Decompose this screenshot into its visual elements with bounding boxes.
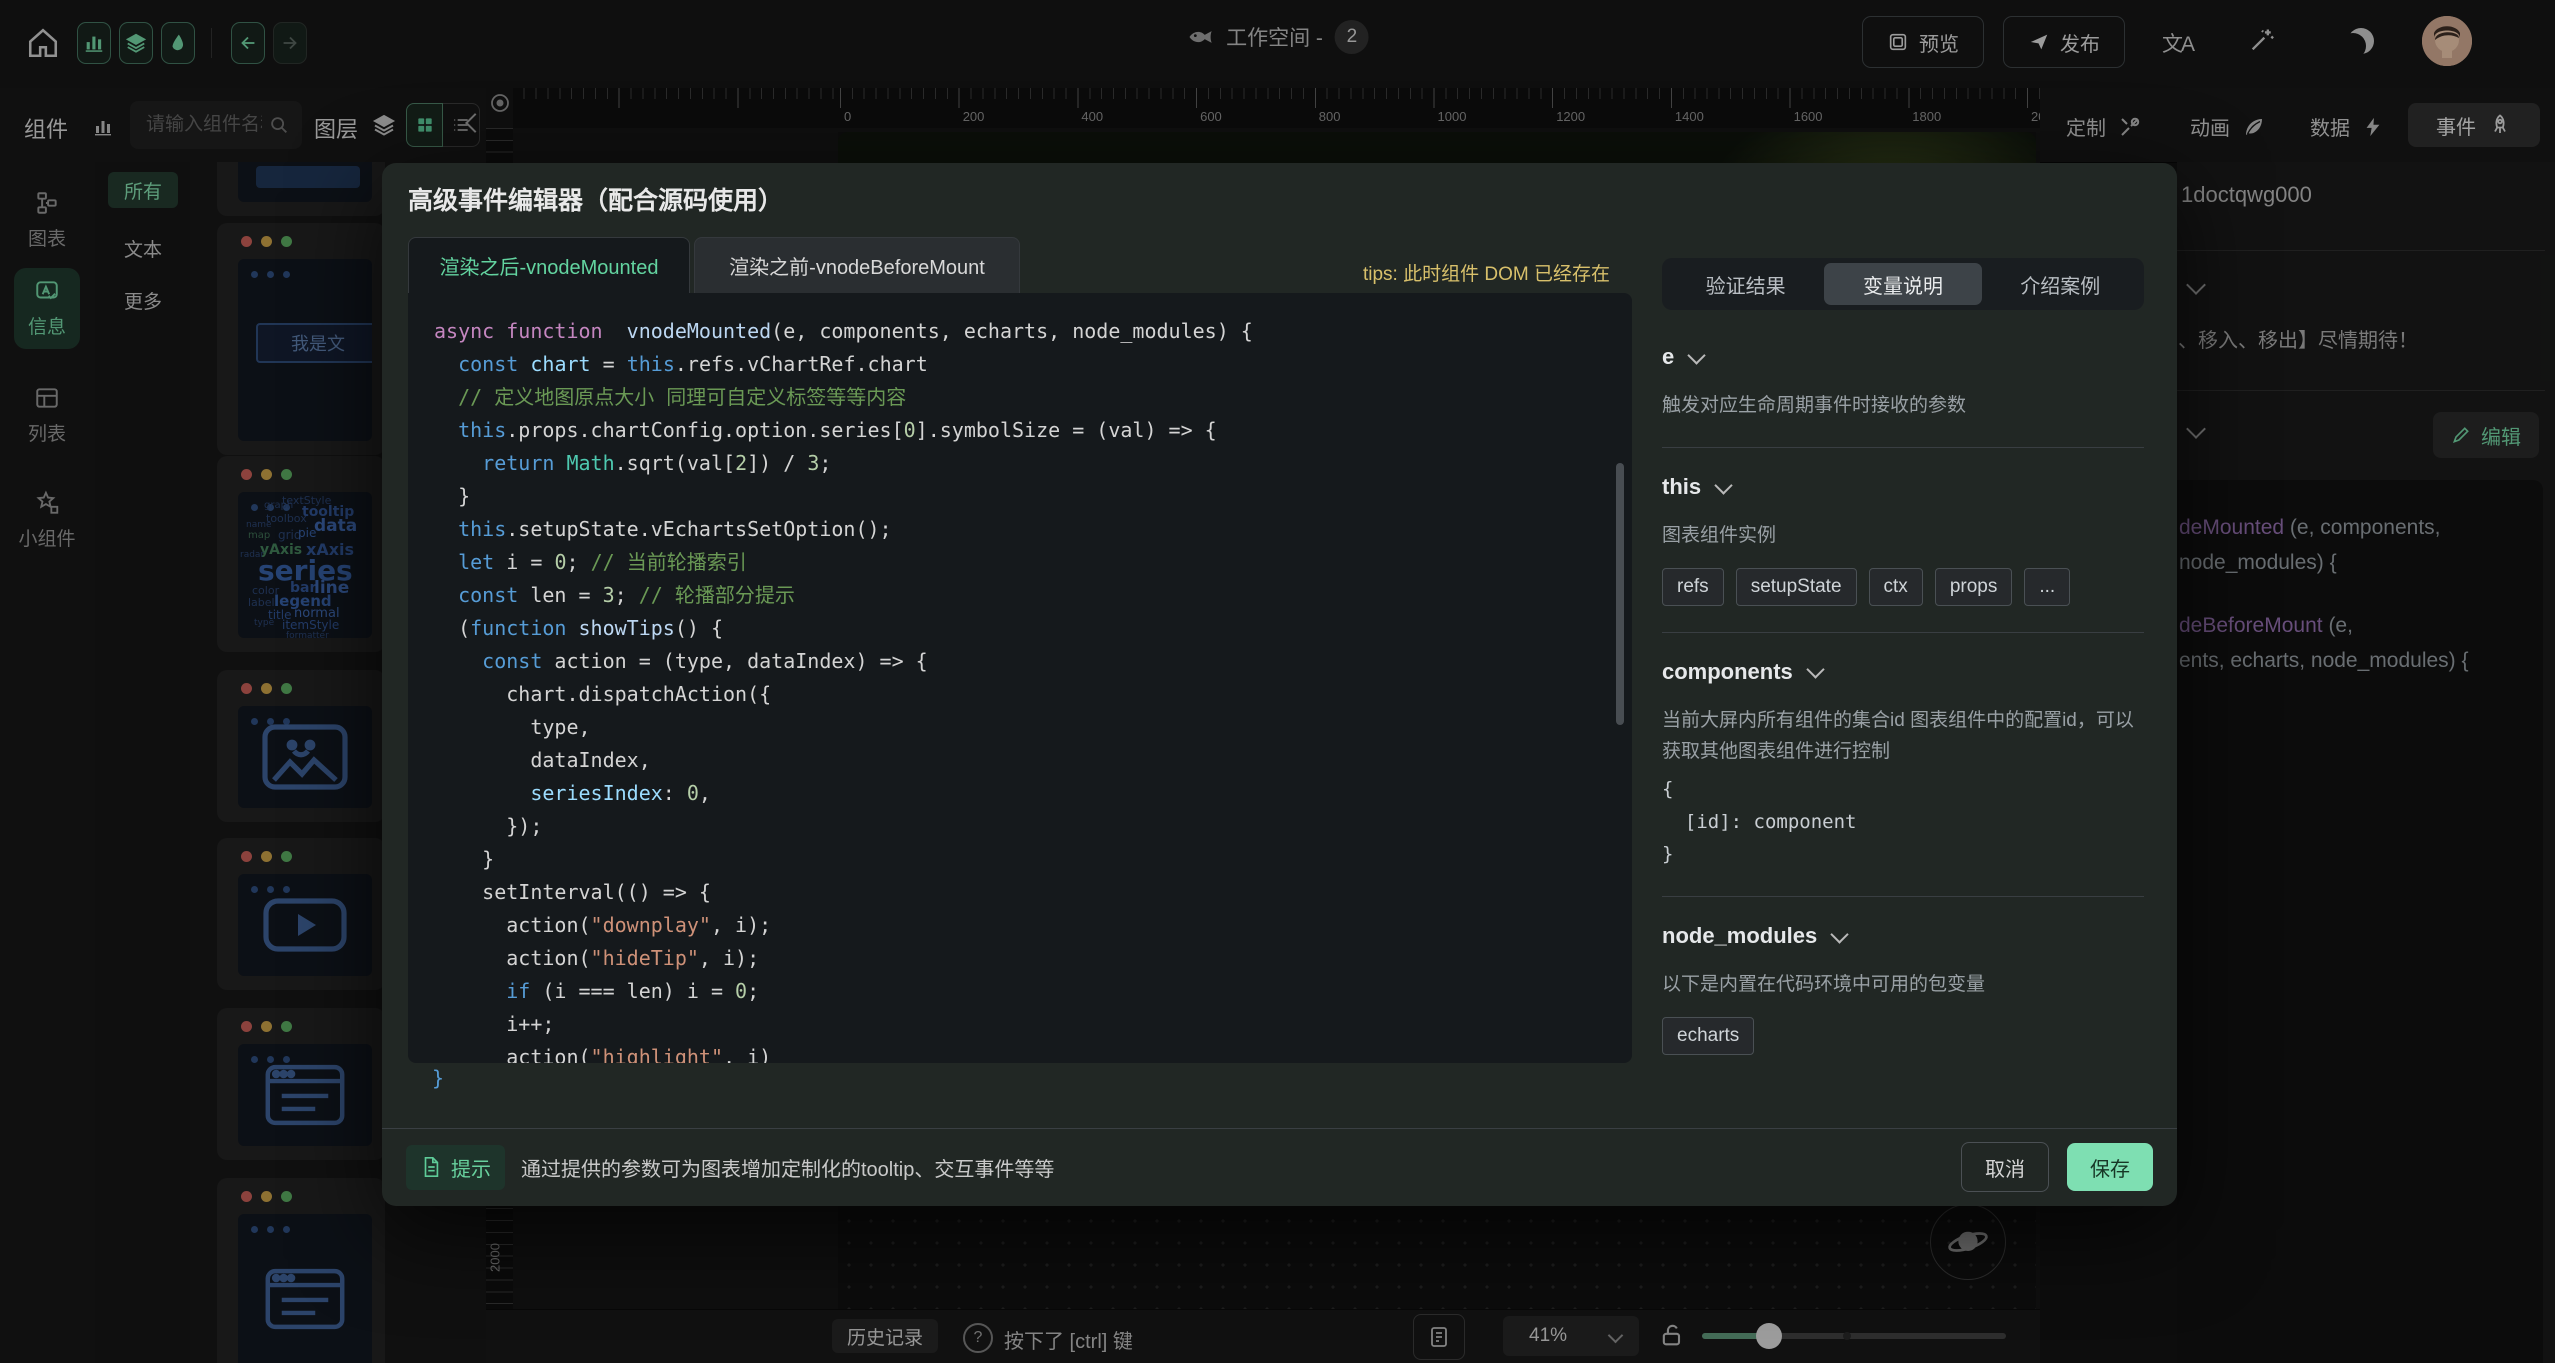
code-line: } — [434, 843, 1632, 876]
section-code: { [id]: component } — [1662, 773, 2144, 870]
footer-tip-text: 通过提供的参数可为图表增加定制化的tooltip、交互事件等等 — [521, 1153, 1054, 1182]
section-name: node_modules — [1662, 923, 1817, 949]
chevron-down-icon — [1714, 476, 1732, 494]
tab-vnode-before-mount[interactable]: 渲染之前-vnodeBeforeMount — [694, 237, 1020, 293]
cancel-button[interactable]: 取消 — [1961, 1142, 2049, 1192]
tip-badge-label: 提示 — [451, 1153, 491, 1182]
advanced-event-editor-modal: 高级事件编辑器（配合源码使用） 渲染之后-vnodeMounted 渲染之前-v… — [382, 163, 2177, 1206]
chevron-down-icon — [1806, 660, 1824, 678]
code-line: // 定义地图原点大小 同理可自定义标签等等内容 — [434, 381, 1632, 414]
tip-badge: 提示 — [406, 1145, 505, 1190]
variable-tag: ctx — [1869, 568, 1923, 606]
code-line: this.props.chartConfig.option.series[0].… — [434, 414, 1632, 447]
section-name: components — [1662, 659, 1793, 685]
variable-section-node_modules: node_modules 以下是内置在代码环境中可用的包变量 echarts — [1662, 897, 2144, 1080]
editor-scrollbar[interactable] — [1616, 463, 1624, 725]
modal-footer: 提示 通过提供的参数可为图表增加定制化的tooltip、交互事件等等 取消 保存 — [382, 1128, 2177, 1205]
code-line: return Math.sqrt(val[2]) / 3; — [434, 447, 1632, 480]
code-line: (function showTips() { — [434, 612, 1632, 645]
code-line: action("downplay", i); — [434, 909, 1632, 942]
code-line: setInterval(() => { — [434, 876, 1632, 909]
section-toggle[interactable]: components — [1662, 659, 2144, 685]
docs-tab-group: 验证结果 变量说明 介绍案例 — [1662, 258, 2144, 310]
code-line: async function vnodeMounted(e, component… — [434, 315, 1632, 348]
code-line: }); — [434, 810, 1632, 843]
code-line: if (i === len) i = 0; — [434, 975, 1632, 1008]
code-line: } — [434, 480, 1632, 513]
section-description: 图表组件实例 — [1662, 520, 2144, 551]
variable-section-components: components 当前大屏内所有组件的集合id 图表组件中的配置id，可以获取… — [1662, 633, 2144, 898]
variable-tag: setupState — [1736, 568, 1857, 606]
section-toggle[interactable]: node_modules — [1662, 923, 2144, 949]
tab-validation-result[interactable]: 验证结果 — [1667, 263, 1824, 305]
chevron-down-icon — [1688, 346, 1706, 364]
code-line: this.setupState.vEchartsSetOption(); — [434, 513, 1632, 546]
code-line: i++; — [434, 1008, 1632, 1041]
variable-tag: refs — [1662, 568, 1724, 606]
variable-tag: props — [1935, 568, 2013, 606]
section-tags: refs setupState ctx props... — [1662, 568, 2144, 606]
tab-examples[interactable]: 介绍案例 — [1982, 263, 2139, 305]
code-line: let i = 0; // 当前轮播索引 — [434, 546, 1632, 579]
section-toggle[interactable]: this — [1662, 474, 2144, 500]
chevron-down-icon — [1831, 925, 1849, 943]
code-line: dataIndex, — [434, 744, 1632, 777]
code-line: action("highlight", i) — [434, 1041, 1632, 1063]
tab-vnode-mounted[interactable]: 渲染之后-vnodeMounted — [408, 237, 690, 293]
app-root: 工作空间 - 2 预览 发布 文A 组件 图层 — [0, 0, 2555, 1363]
section-name: this — [1662, 474, 1701, 500]
modal-title: 高级事件编辑器（配合源码使用） — [408, 181, 783, 217]
section-tags: echarts — [1662, 1017, 2144, 1055]
section-toggle[interactable]: e — [1662, 344, 2144, 370]
code-editor[interactable]: async function vnodeMounted(e, component… — [408, 293, 1632, 1063]
section-description: 当前大屏内所有组件的集合id 图表组件中的配置id，可以获取其他图表组件进行控制 — [1662, 705, 2144, 768]
code-line: const len = 3; // 轮播部分提示 — [434, 579, 1632, 612]
closing-brace: } — [432, 1066, 444, 1090]
tab-variable-docs[interactable]: 变量说明 — [1824, 263, 1981, 305]
code-line: const chart = this.refs.vChartRef.chart — [434, 348, 1632, 381]
code-line: const action = (type, dataIndex) => { — [434, 645, 1632, 678]
variable-docs-panel: 验证结果 变量说明 介绍案例 e 触发对应生命周期事件时接收的参数 this 图表组件… — [1662, 258, 2144, 1118]
variable-tag: echarts — [1662, 1017, 1754, 1055]
code-line: chart.dispatchAction({ — [434, 678, 1632, 711]
variable-tag: ... — [2024, 568, 2070, 606]
dom-tips-text: tips: 此时组件 DOM 已经存在 — [1210, 259, 1610, 286]
variable-section-e: e 触发对应生命周期事件时接收的参数 — [1662, 318, 2144, 448]
code-line: seriesIndex: 0, — [434, 777, 1632, 810]
document-icon — [420, 1156, 442, 1178]
variable-section-this: this 图表组件实例 refs setupState ctx props... — [1662, 448, 2144, 632]
section-description: 以下是内置在代码环境中可用的包变量 — [1662, 969, 2144, 1000]
section-name: e — [1662, 344, 1674, 370]
section-description: 触发对应生命周期事件时接收的参数 — [1662, 390, 2144, 421]
code-line: type, — [434, 711, 1632, 744]
code-line: action("hideTip", i); — [434, 942, 1632, 975]
save-button[interactable]: 保存 — [2067, 1143, 2153, 1191]
